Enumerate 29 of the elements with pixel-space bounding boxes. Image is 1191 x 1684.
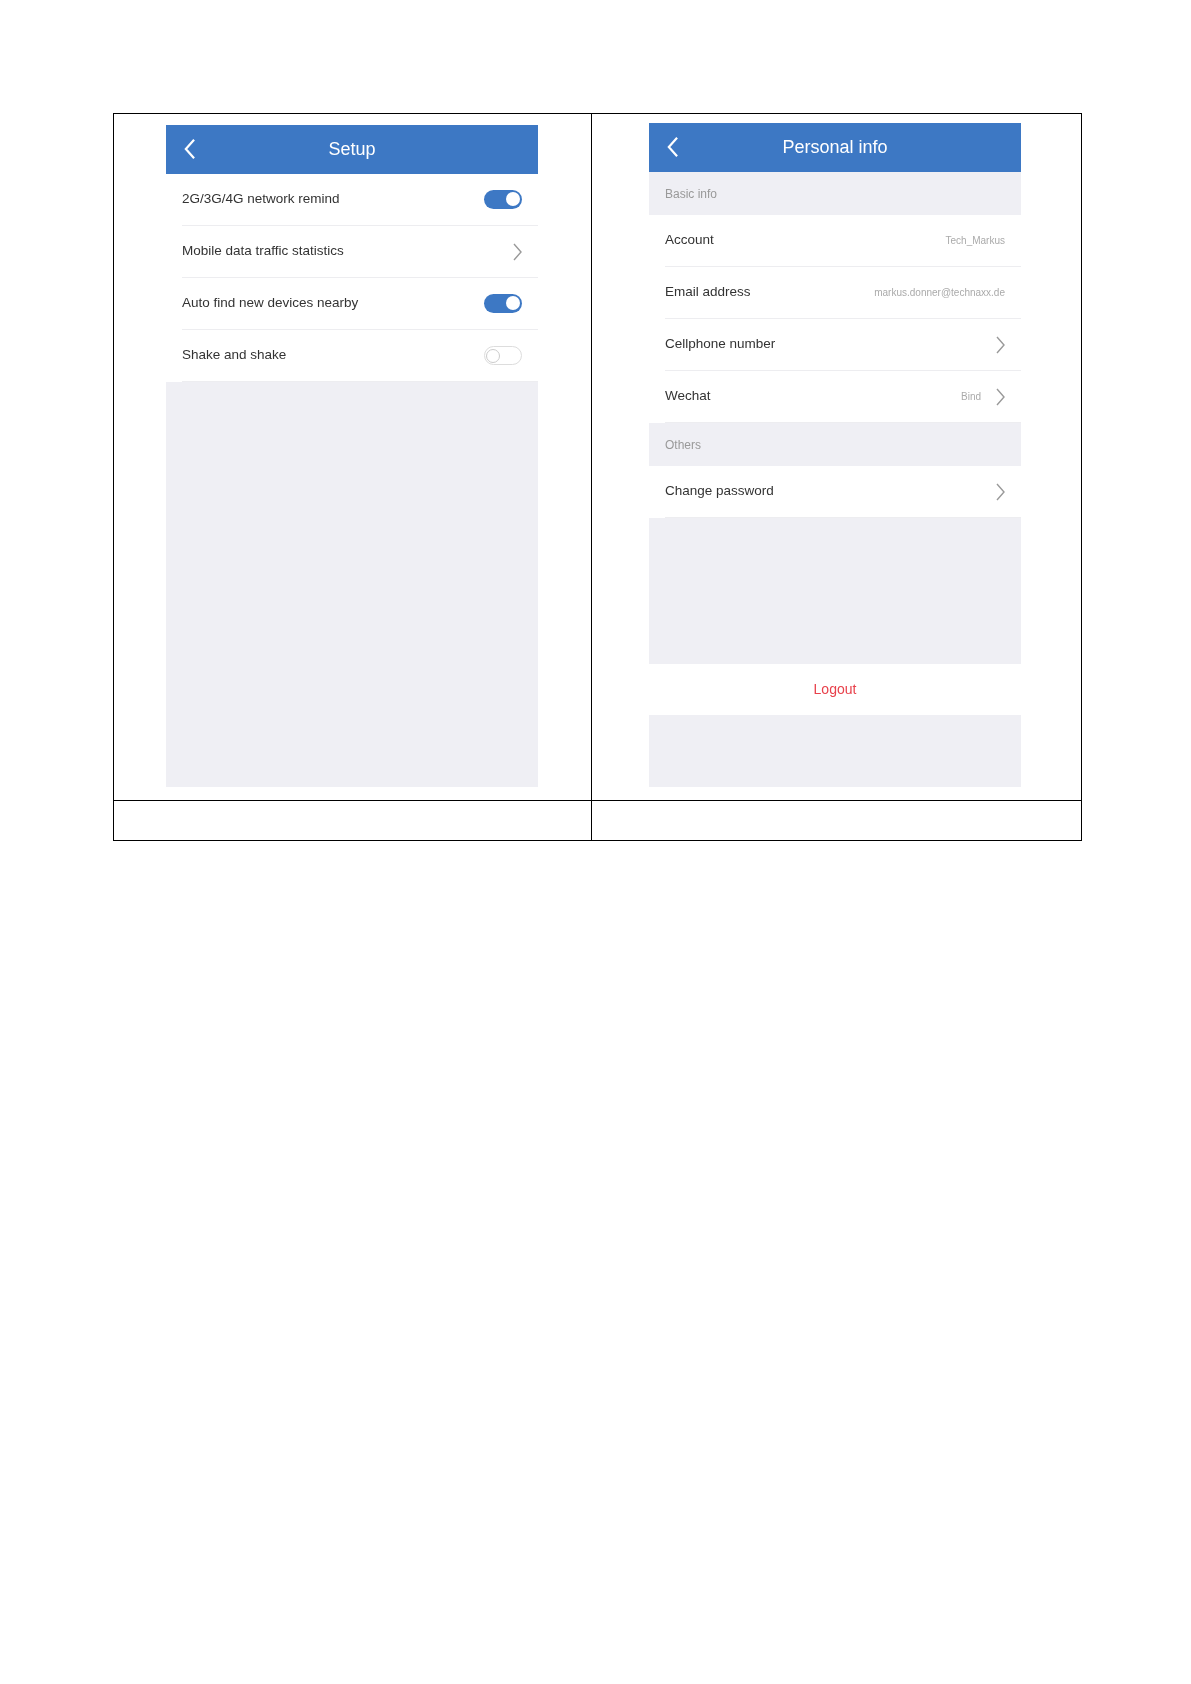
toggle-switch[interactable] bbox=[484, 346, 522, 365]
logout-button[interactable]: Logout bbox=[813, 679, 857, 700]
setting-label: Auto find new devices nearby bbox=[182, 294, 360, 313]
screen-title: Personal info bbox=[782, 136, 888, 159]
setting-row[interactable]: Auto find new devices nearby bbox=[182, 278, 538, 330]
row-value: markus.donner@technaxx.de bbox=[874, 286, 1005, 300]
back-icon[interactable] bbox=[183, 138, 196, 160]
setting-row[interactable]: 2G/3G/4G network remind bbox=[182, 174, 538, 226]
row-label: Change password bbox=[665, 482, 775, 501]
row-value: Tech_Markus bbox=[945, 234, 1005, 248]
screen-title: Setup bbox=[328, 138, 376, 161]
setting-label: 2G/3G/4G network remind bbox=[182, 190, 341, 209]
info-row[interactable]: Email address markus.donner@technaxx.de bbox=[665, 267, 1021, 319]
setting-label: Shake and shake bbox=[182, 346, 288, 365]
info-row[interactable]: Account Tech_Markus bbox=[665, 215, 1021, 267]
back-icon[interactable] bbox=[666, 136, 679, 158]
section-label: Basic info bbox=[665, 185, 718, 203]
row-label: Email address bbox=[665, 283, 752, 302]
row-label: Wechat bbox=[665, 387, 712, 406]
toggle-switch[interactable] bbox=[484, 190, 522, 209]
info-row[interactable]: Cellphone number bbox=[665, 319, 1021, 371]
chevron-icon bbox=[512, 242, 522, 261]
toggle-switch[interactable] bbox=[484, 294, 522, 313]
row-label: Account bbox=[665, 231, 715, 250]
row-label: Cellphone number bbox=[665, 335, 777, 354]
setting-row[interactable]: Mobile data traffic statistics bbox=[182, 226, 538, 278]
row-value: Bind bbox=[961, 390, 981, 404]
section-label: Others bbox=[665, 436, 701, 454]
setting-label: Mobile data traffic statistics bbox=[182, 242, 345, 261]
